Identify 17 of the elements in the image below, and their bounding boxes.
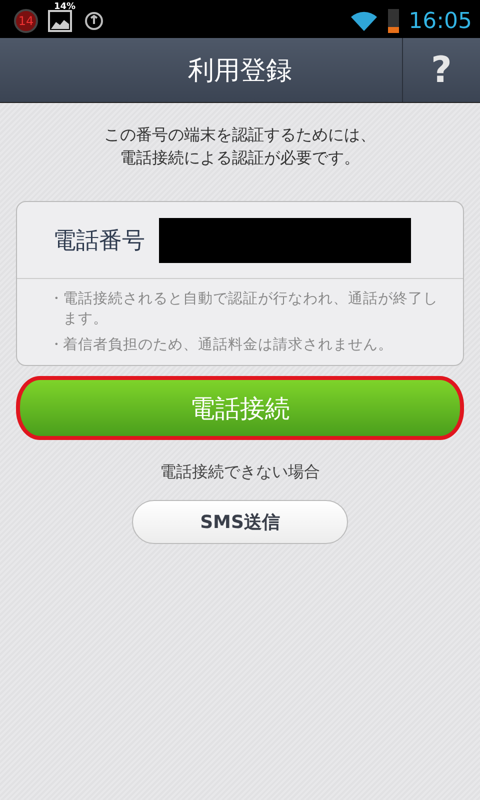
sync-icon: [82, 9, 106, 33]
sms-button[interactable]: SMS送信: [132, 500, 348, 544]
screen-title: 利用登録: [188, 54, 292, 88]
note-text: 着信者負担のため、通話料金は請求されません。: [63, 336, 393, 355]
fallback-text: 電話接続できない場合: [160, 462, 320, 483]
bullet-mark: ・: [49, 290, 63, 309]
notification-badge: 14: [14, 9, 38, 33]
note-text: 電話接続されると自動で認証が行なわれ、通話が終了します。: [63, 290, 439, 329]
wifi-icon: [350, 10, 378, 32]
bullet-mark: ・: [49, 337, 63, 355]
battery-icon: [388, 9, 399, 33]
help-button[interactable]: ?: [402, 38, 480, 102]
intro-text: この番号の端末を認証するためには、 電話接続による認証が必要です。: [104, 124, 376, 169]
image-icon: [48, 10, 72, 32]
clock-time: 16:05: [408, 8, 472, 34]
percent-text: 14%: [54, 2, 76, 12]
phone-label: 電話番号: [53, 226, 145, 256]
